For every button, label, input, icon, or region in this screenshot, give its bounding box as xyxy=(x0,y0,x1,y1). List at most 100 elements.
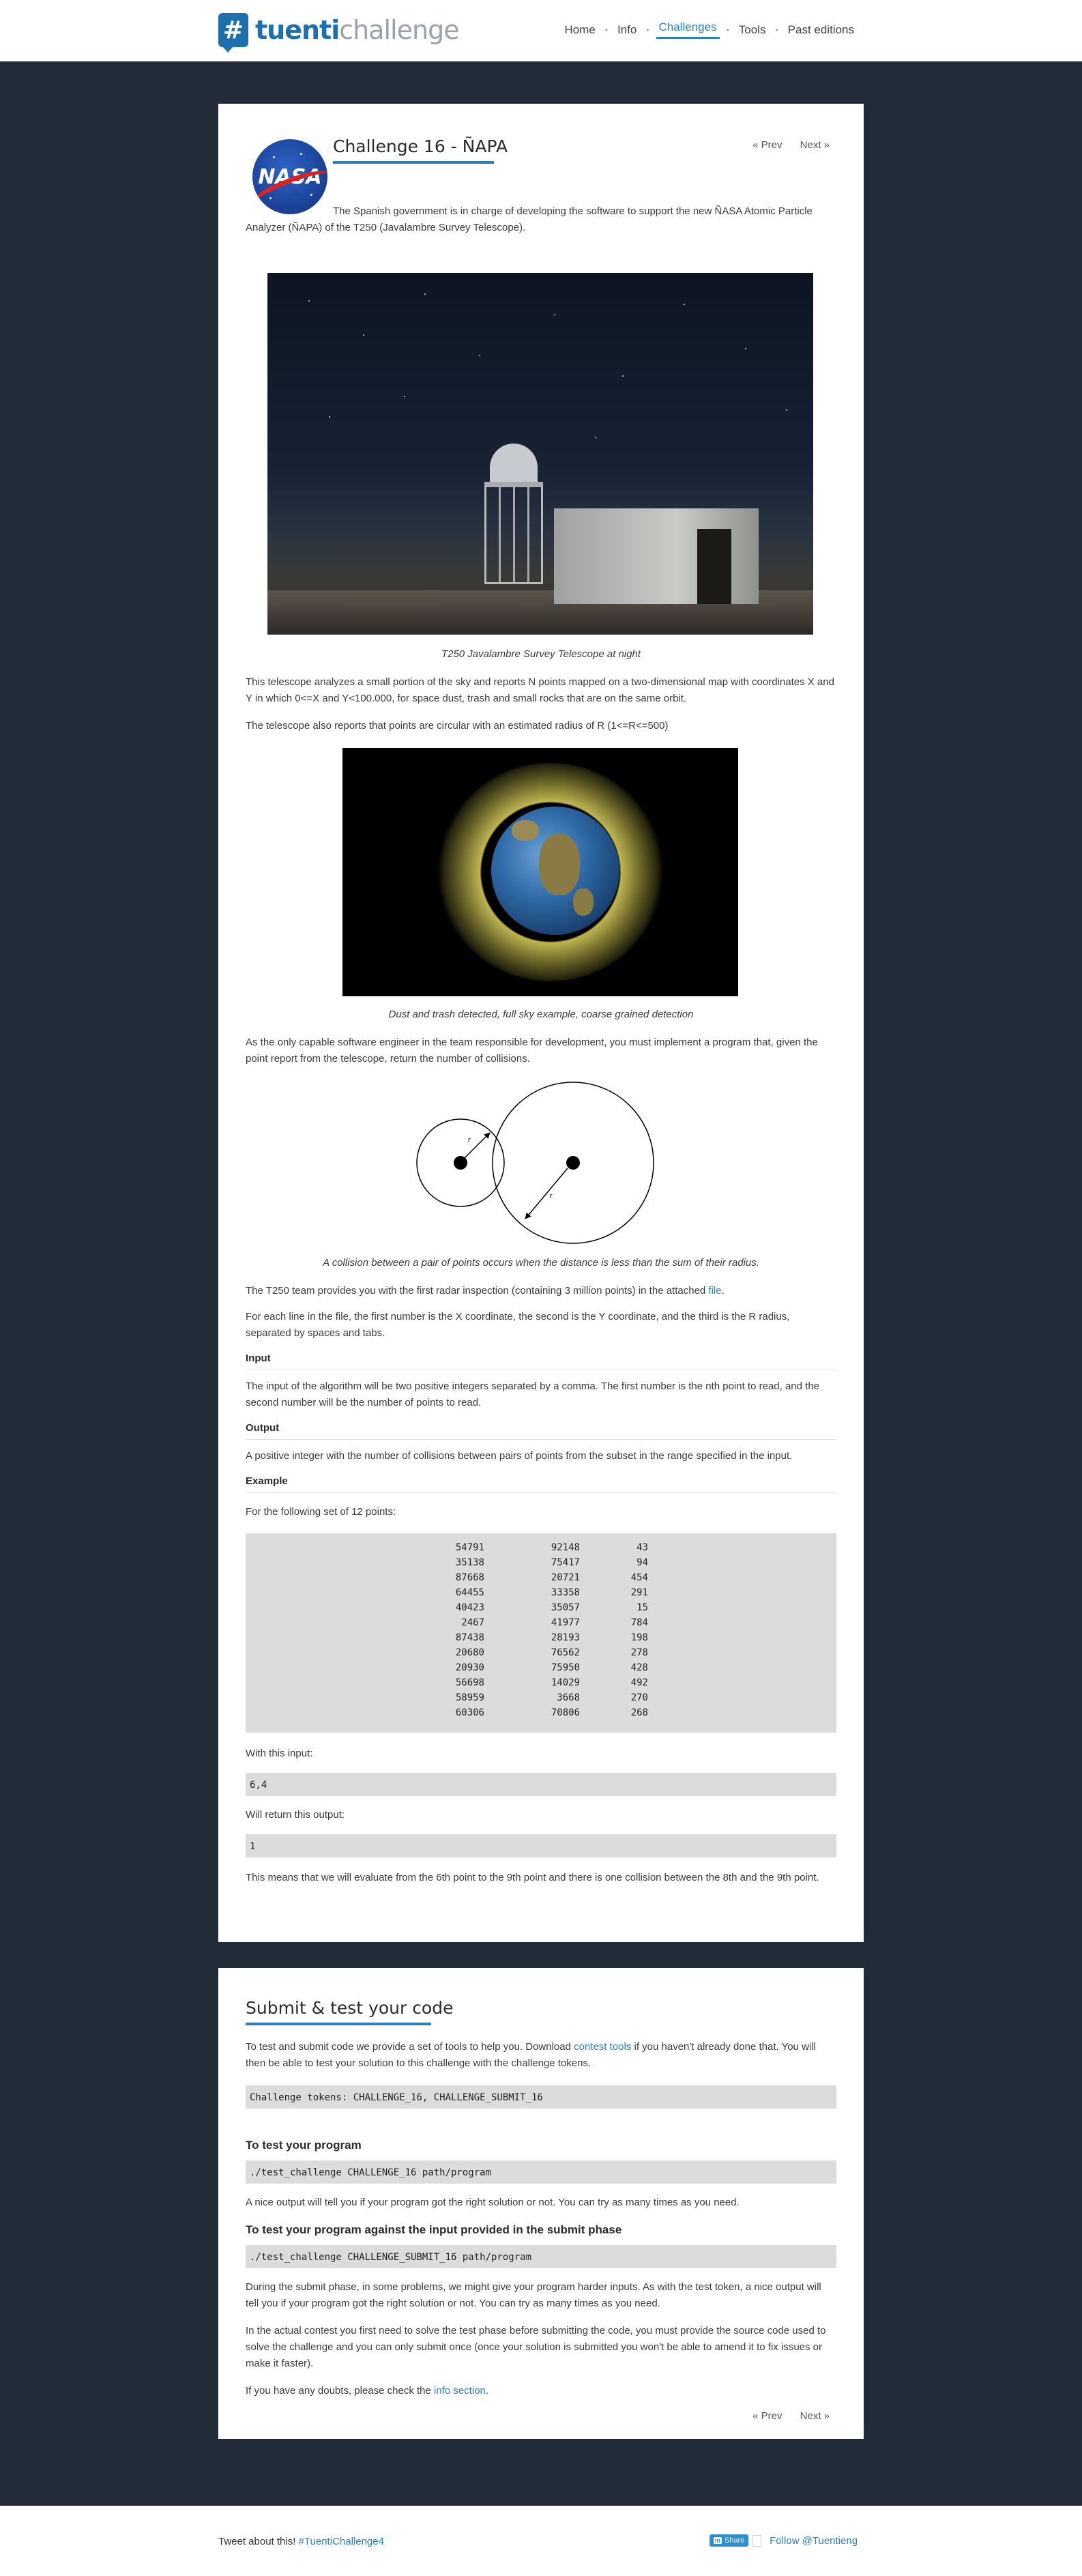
challenge-tokens: Challenge tokens: CHALLENGE_16, CHALLENG… xyxy=(250,2092,543,2103)
footer: Tweet about this! #TuentiChallenge4 in Sh… xyxy=(0,2506,1082,2576)
next-link[interactable]: Next » xyxy=(800,139,830,151)
point-x: 20930 xyxy=(455,1662,484,1673)
point-x: 87668 xyxy=(455,1572,484,1583)
point-y: 75950 xyxy=(551,1662,580,1673)
point-y: 35057 xyxy=(551,1602,580,1613)
nav-separator: • xyxy=(726,25,729,35)
tweet-text: Tweet about this! #TuentiChallenge4 xyxy=(218,2536,384,2547)
point-y: 70806 xyxy=(551,1707,580,1718)
nav-past-editions[interactable]: Past editions xyxy=(785,23,857,37)
tuenti-challenge-logo[interactable]: # tuentichallenge xyxy=(218,12,460,53)
test-heading: To test your program xyxy=(246,2139,362,2152)
nav-tools[interactable]: Tools xyxy=(736,23,769,37)
description-4: The T250 team provides you with the firs… xyxy=(246,1285,725,1297)
input-heading: Input xyxy=(246,1352,836,1370)
point-y: 41977 xyxy=(551,1617,580,1628)
collision-diagram: r r xyxy=(416,1082,654,1244)
hash-logo-icon: # xyxy=(218,13,248,53)
point-x: 58959 xyxy=(455,1692,484,1703)
top-bar: # tuentichallenge Home • Info • Challeng… xyxy=(0,0,1082,61)
nav-info[interactable]: Info xyxy=(615,23,639,37)
point-x: 20680 xyxy=(455,1647,484,1658)
example-input: 6,4 xyxy=(250,1780,267,1791)
tokens-block: Challenge tokens: CHALLENGE_16, CHALLENG… xyxy=(246,2085,836,2109)
points-table: 54791 92148 43 35138 75417 94 87668 20721 454 644… xyxy=(437,1540,648,1720)
example-input-block: 6,4 xyxy=(246,1773,836,1796)
output-text: A positive integer with the number of co… xyxy=(246,1450,793,1462)
prev-link[interactable]: « Prev xyxy=(752,2410,782,2422)
logo-text: tuentichallenge xyxy=(255,15,460,45)
point-y: 28193 xyxy=(551,1632,580,1643)
hashtag-link[interactable]: #TuentiChallenge4 xyxy=(299,2536,384,2547)
main-nav: Home • Info • Challenges • Tools • Past … xyxy=(561,20,857,39)
nav-home[interactable]: Home xyxy=(561,23,598,37)
table-row: 40423 35057 15 xyxy=(437,1600,648,1615)
point-y: 3668 xyxy=(557,1692,580,1703)
point-r: 43 xyxy=(637,1542,648,1553)
follow-twitter-link[interactable]: Follow @Tuentieng xyxy=(770,2535,858,2547)
table-row: 87668 20721 454 xyxy=(437,1570,648,1585)
point-y: 20721 xyxy=(551,1572,580,1583)
doubts-text: If you have any doubts, please check the… xyxy=(246,2385,489,2397)
point-r: 784 xyxy=(630,1617,648,1628)
point-r: 270 xyxy=(630,1692,648,1703)
test-command: ./test_challenge CHALLENGE_16 path/progr… xyxy=(250,2167,492,2178)
title-underline xyxy=(333,161,494,164)
point-y: 33358 xyxy=(551,1587,580,1598)
point-r: 278 xyxy=(630,1647,648,1658)
point-y: 75417 xyxy=(551,1557,580,1568)
description-3: As the only capable software engineer in… xyxy=(246,1037,818,1065)
table-row: 60306 70806 268 xyxy=(437,1705,648,1720)
point-r: 94 xyxy=(637,1557,648,1568)
explanation-text: This means that we will evaluate from th… xyxy=(246,1872,819,1883)
point-x: 2467 xyxy=(461,1617,484,1628)
point-r: 454 xyxy=(630,1572,648,1583)
contest-text: In the actual contest you first need to … xyxy=(246,2325,826,2369)
social-share: in Share Follow @Tuentieng xyxy=(710,2534,858,2547)
will-return-label: Will return this output: xyxy=(246,1809,345,1821)
photo-caption: T250 Javalambre Survey Telescope at nigh… xyxy=(441,648,641,660)
table-row: 20680 76562 278 xyxy=(437,1645,648,1660)
submit-pagination: « Prev Next » xyxy=(737,2410,830,2422)
nav-separator: • xyxy=(646,25,649,35)
point-y: 14029 xyxy=(551,1677,580,1688)
share-count xyxy=(752,2534,762,2547)
point-r: 15 xyxy=(637,1602,648,1613)
point-x: 60306 xyxy=(455,1707,484,1718)
example-output-block: 1 xyxy=(246,1834,836,1857)
description-2: The telescope also reports that points a… xyxy=(246,720,669,732)
output-heading: Output xyxy=(246,1422,836,1440)
example-intro: For the following set of 12 points: xyxy=(246,1506,396,1518)
description-1: This telescope analyzes a small portion … xyxy=(246,676,834,704)
table-row: 64455 33358 291 xyxy=(437,1585,648,1600)
submit-intro: To test and submit code we provide a set… xyxy=(246,2041,816,2069)
diagram-caption: A collision between a pair of points occ… xyxy=(323,1257,759,1269)
point-r: 198 xyxy=(630,1632,648,1643)
submit-command: ./test_challenge CHALLENGE_SUBMIT_16 pat… xyxy=(250,2252,532,2263)
next-link[interactable]: Next » xyxy=(800,2410,830,2422)
prev-link[interactable]: « Prev xyxy=(752,139,782,151)
earth-caption: Dust and trash detected, full sky exampl… xyxy=(388,1009,694,1020)
challenge-pagination: « Prev Next » xyxy=(737,139,830,151)
point-r: 492 xyxy=(630,1677,648,1688)
point-x: 35138 xyxy=(455,1557,484,1568)
radius-label: r xyxy=(468,1136,471,1144)
point-y: 92148 xyxy=(551,1542,580,1553)
nav-separator: • xyxy=(604,25,608,35)
table-row: 2467 41977 784 xyxy=(437,1615,648,1630)
file-link[interactable]: file xyxy=(708,1285,721,1297)
test-command-block: ./test_challenge CHALLENGE_16 path/progr… xyxy=(246,2160,836,2184)
nav-challenges[interactable]: Challenges xyxy=(656,20,720,39)
point-x: 56698 xyxy=(455,1677,484,1688)
point-x: 40423 xyxy=(455,1602,484,1613)
point-x: 87438 xyxy=(455,1632,484,1643)
point-r: 428 xyxy=(630,1662,648,1673)
with-input-label: With this input: xyxy=(246,1748,313,1759)
point-x: 64455 xyxy=(455,1587,484,1598)
linkedin-share-button[interactable]: in Share xyxy=(710,2534,749,2547)
challenge-title: Challenge 16 - ÑAPA xyxy=(333,136,508,156)
contest-tools-link[interactable]: contest tools xyxy=(574,2041,631,2053)
info-section-link[interactable]: info section xyxy=(434,2385,486,2397)
point-x: 54791 xyxy=(455,1542,484,1553)
table-row: 20930 75950 428 xyxy=(437,1660,648,1675)
